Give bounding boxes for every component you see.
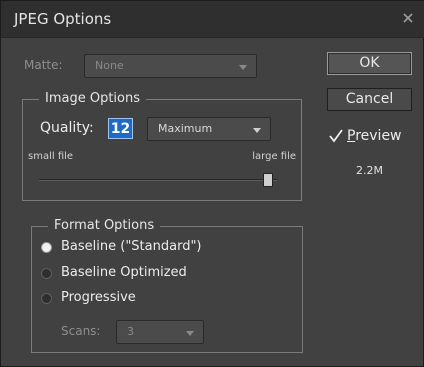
chevron-down-icon [186, 331, 194, 336]
quality-preset-dropdown[interactable]: Maximum [147, 117, 271, 141]
file-size-readout: 2.2M [356, 164, 383, 177]
preview-label[interactable]: Preview [347, 128, 402, 144]
format-option-label: Baseline ("Standard") [61, 239, 202, 254]
cancel-button[interactable]: Cancel [327, 88, 412, 111]
checkmark-icon [329, 129, 343, 143]
preview-label-mnemonic: P [347, 128, 356, 144]
ok-button[interactable]: OK [327, 52, 412, 75]
matte-label: Matte: [24, 58, 63, 72]
preview-checkbox[interactable] [328, 128, 344, 144]
quality-slider-thumb[interactable] [263, 173, 273, 187]
small-file-label: small file [28, 151, 74, 162]
format-options-group: Format Options Baseline ("Standard") Bas… [31, 218, 303, 353]
matte-value: None [95, 59, 124, 72]
format-option-label: Baseline Optimized [61, 265, 187, 280]
quality-input[interactable]: 12 [108, 118, 133, 139]
radio-button[interactable] [41, 293, 52, 304]
scans-value: 3 [127, 325, 134, 338]
quality-slider-track[interactable] [39, 179, 277, 181]
scans-label: Scans: [61, 324, 101, 338]
radio-button[interactable] [41, 268, 52, 279]
quality-preset-value: Maximum [158, 122, 213, 135]
large-file-label: large file [252, 151, 296, 162]
radio-button-selected[interactable] [41, 242, 52, 253]
scans-dropdown[interactable]: 3 [116, 320, 204, 344]
matte-dropdown[interactable]: None [84, 54, 257, 78]
jpeg-options-dialog: JPEG Options Matte: None Image Options Q… [0, 0, 424, 367]
title-bar: JPEG Options [1, 1, 424, 38]
chevron-down-icon [253, 128, 261, 133]
close-icon[interactable] [402, 12, 414, 24]
quality-label: Quality: [40, 120, 94, 136]
format-options-heading: Format Options [48, 218, 161, 233]
format-option-label: Progressive [61, 290, 136, 305]
chevron-down-icon [239, 65, 247, 70]
image-options-group: Image Options Quality: 12 Maximum small … [22, 91, 302, 201]
dialog-title: JPEG Options [14, 10, 112, 28]
image-options-heading: Image Options [39, 91, 147, 106]
preview-label-rest: review [355, 128, 402, 144]
